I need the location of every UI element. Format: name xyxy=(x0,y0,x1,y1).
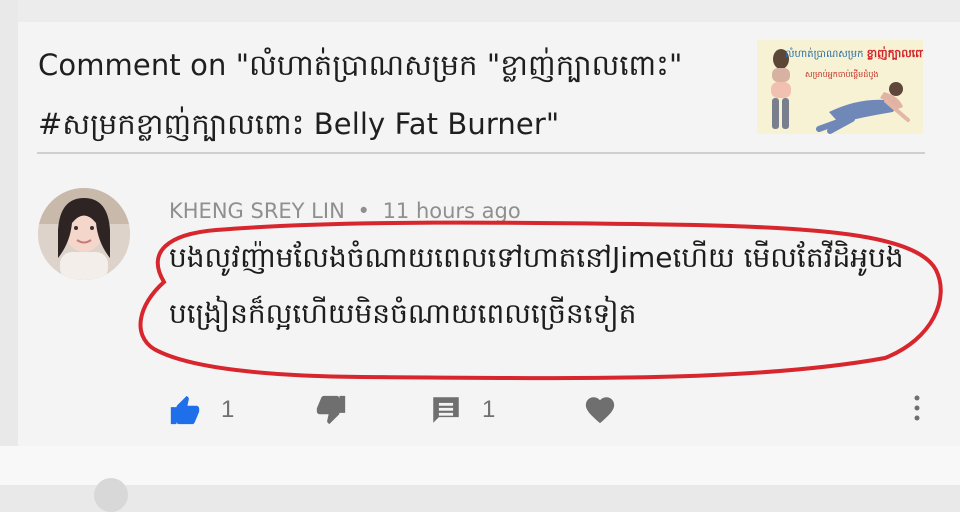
like-action[interactable]: 1 xyxy=(167,382,234,438)
dislike-action[interactable] xyxy=(313,382,349,438)
thumbs-up-icon xyxy=(167,392,203,428)
reply-action[interactable]: 1 xyxy=(428,382,495,438)
comment-target-title: Comment on "លំហាត់ប្រាណសម្រក "ខ្លាញ់ក្បា… xyxy=(38,48,683,141)
comment-notification-card: Comment on "លំហាត់ប្រាណសម្រក "ខ្លាញ់ក្បា… xyxy=(18,0,960,446)
like-count: 1 xyxy=(221,396,235,423)
heart-action[interactable] xyxy=(582,382,618,438)
commenter-avatar[interactable] xyxy=(38,188,130,280)
comment-body: បងលូវញ៉ាមលែងចំណាយពេលទៅហាតនៅJimeហើយ មើលតែ… xyxy=(169,241,904,330)
more-options-button[interactable] xyxy=(900,390,934,430)
video-thumbnail[interactable]: លំហាត់ប្រាណសម្រក ខ្លាញ់ក្បាលពោះ សម្រាប់អ… xyxy=(757,40,923,134)
comment-actions: 1 1 xyxy=(18,382,960,438)
thumbnail-subtitle: សម្រាប់អ្នកចាប់ផ្ដើមដំបូង xyxy=(805,70,879,79)
next-item-strip xyxy=(0,446,960,485)
meta-separator: • xyxy=(357,199,370,223)
thumbs-down-icon xyxy=(313,392,349,428)
avatar-image xyxy=(38,188,130,280)
thumbnail-title-line: លំហាត់ប្រាណសម្រក ខ្លាញ់ក្បាលពោះ xyxy=(785,48,923,60)
reply-count: 1 xyxy=(482,396,496,423)
thumbnail-title-part-1: លំហាត់ប្រាណសម្រក xyxy=(785,49,864,60)
next-avatar-edge xyxy=(94,478,128,512)
comment-icon xyxy=(428,392,464,428)
commenter-name[interactable]: KHENG SREY LIN xyxy=(169,199,345,223)
section-divider xyxy=(37,152,925,154)
thumbnail-title-part-2: ខ្លាញ់ក្បាលពោះ xyxy=(866,47,923,60)
more-vertical-icon xyxy=(912,394,922,426)
comment-time: 11 hours ago xyxy=(382,199,521,223)
comment-meta: KHENG SREY LIN • 11 hours ago xyxy=(169,196,521,226)
heart-icon xyxy=(582,392,618,428)
